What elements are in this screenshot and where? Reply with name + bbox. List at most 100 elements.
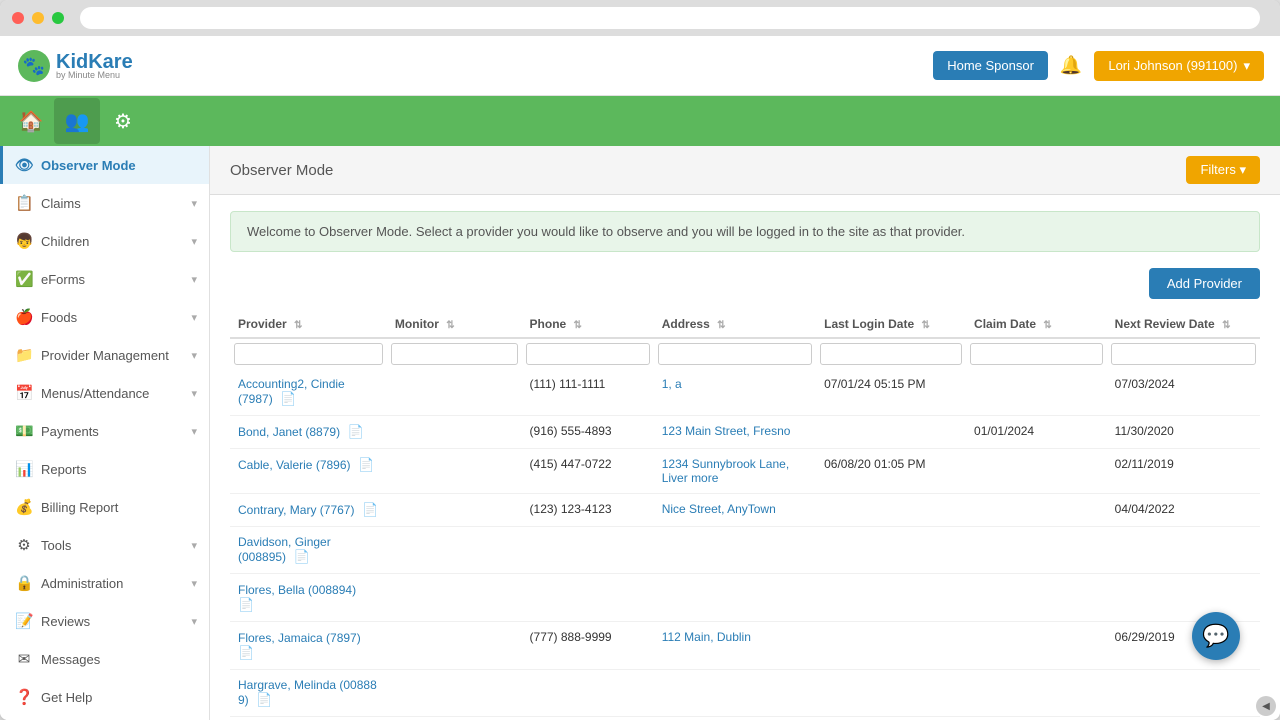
sidebar-item-payments[interactable]: 💵 Payments ▾ xyxy=(0,412,209,450)
messages-icon: ✉ xyxy=(15,650,33,668)
monitor-cell xyxy=(387,622,522,670)
chat-fab-button[interactable]: 💬 xyxy=(1192,612,1240,660)
col-claim-date[interactable]: Claim Date ⇅ xyxy=(966,311,1107,338)
next-review-date-cell xyxy=(1107,527,1260,574)
claims-icon: 📋 xyxy=(15,194,33,212)
foods-icon: 🍎 xyxy=(15,308,33,326)
col-last-login-date[interactable]: Last Login Date ⇅ xyxy=(816,311,966,338)
phone-cell: (777) 888-9999 xyxy=(522,622,654,670)
claim-date-cell xyxy=(966,527,1107,574)
home-nav-button[interactable]: 🏠 xyxy=(8,98,54,144)
browser-chrome-bar xyxy=(0,0,1280,36)
filters-button[interactable]: Filters ▾ xyxy=(1186,156,1260,184)
col-monitor[interactable]: Monitor ⇅ xyxy=(387,311,522,338)
minimize-dot[interactable] xyxy=(32,12,44,24)
home-sponsor-button[interactable]: Home Sponsor xyxy=(933,51,1048,80)
filter-provider-input[interactable] xyxy=(234,343,383,365)
sidebar-item-label: Messages xyxy=(41,652,100,667)
phone-cell: (123) 123-4123 xyxy=(522,494,654,527)
col-address[interactable]: Address ⇅ xyxy=(654,311,816,338)
billing-icon: 💰 xyxy=(15,498,33,516)
col-next-review-date[interactable]: Next Review Date ⇅ xyxy=(1107,311,1260,338)
sidebar-item-reviews[interactable]: 📝 Reviews ▾ xyxy=(0,602,209,640)
next-review-date-cell: 07/29/2020 xyxy=(1107,717,1260,720)
last-login-cell xyxy=(816,670,966,717)
sidebar-item-label: Payments xyxy=(41,424,99,439)
sidebar-item-label: Children xyxy=(41,234,89,249)
filter-claim-date-input[interactable] xyxy=(970,343,1103,365)
sidebar-item-messages[interactable]: ✉ Messages xyxy=(0,640,209,678)
chevron-down-icon: ▾ xyxy=(191,235,197,248)
next-review-date-cell: 04/04/2022 xyxy=(1107,494,1260,527)
user-dropdown-button[interactable]: Lori Johnson (991100) ▾ xyxy=(1094,51,1264,81)
address-link[interactable]: 1234 Sunnybrook Lane, Liver more xyxy=(662,457,789,485)
address-link[interactable]: 112 Main, Dublin xyxy=(662,630,751,644)
sidebar-item-claims[interactable]: 📋 Claims ▾ xyxy=(0,184,209,222)
claim-date-cell xyxy=(966,622,1107,670)
document-icon: 📄 xyxy=(253,692,273,707)
providers-table: Provider ⇅ Monitor ⇅ Phone ⇅ Address ⇅ L… xyxy=(230,311,1260,720)
provider-link[interactable]: Contrary, Mary (7767) xyxy=(238,503,354,517)
settings-nav-button[interactable]: ⚙ xyxy=(100,98,146,144)
sidebar-item-children[interactable]: 👦 Children ▾ xyxy=(0,222,209,260)
claim-date-cell xyxy=(966,717,1107,720)
sidebar-item-provider-management[interactable]: 📁 Provider Management ▾ xyxy=(0,336,209,374)
phone-cell: (415) 447-0722 xyxy=(522,449,654,494)
sidebar-item-get-help[interactable]: ❓ Get Help xyxy=(0,678,209,716)
add-provider-button[interactable]: Add Provider xyxy=(1149,268,1260,299)
sidebar-item-eforms[interactable]: ✅ eForms ▾ xyxy=(0,260,209,298)
filter-phone-input[interactable] xyxy=(526,343,650,365)
sidebar-item-foods[interactable]: 🍎 Foods ▾ xyxy=(0,298,209,336)
chevron-down-icon: ▾ xyxy=(191,539,197,552)
bell-icon[interactable]: 🔔 xyxy=(1060,55,1082,76)
provider-link[interactable]: Flores, Jamaica (7897) xyxy=(238,631,361,645)
monitor-cell xyxy=(387,449,522,494)
last-login-cell xyxy=(816,494,966,527)
address-link[interactable]: Nice Street, AnyTown xyxy=(662,502,776,516)
sidebar-item-tools[interactable]: ⚙ Tools ▾ xyxy=(0,526,209,564)
claim-date-cell xyxy=(966,494,1107,527)
sidebar-item-menus-attendance[interactable]: 📅 Menus/Attendance ▾ xyxy=(0,374,209,412)
filter-address-input[interactable] xyxy=(658,343,812,365)
last-login-cell xyxy=(816,622,966,670)
url-bar[interactable] xyxy=(80,7,1260,29)
sidebar-item-observer-mode[interactable]: 👁 Observer Mode xyxy=(0,146,209,184)
next-review-date-cell xyxy=(1107,574,1260,622)
document-icon: 📄 xyxy=(358,502,378,517)
address-link[interactable]: 123 Main Street, Fresno xyxy=(662,424,791,438)
sidebar-item-reports[interactable]: 📊 Reports xyxy=(0,450,209,488)
chevron-down-icon: ▾ xyxy=(191,615,197,628)
tools-icon: ⚙ xyxy=(15,536,33,554)
chevron-down-icon: ▾ xyxy=(191,349,197,362)
provider-link[interactable]: Cable, Valerie (7896) xyxy=(238,458,351,472)
sidebar-item-label: Provider Management xyxy=(41,348,169,363)
claim-date-cell xyxy=(966,574,1107,622)
filter-next-review-input[interactable] xyxy=(1111,343,1256,365)
providers-table-container: Provider ⇅ Monitor ⇅ Phone ⇅ Address ⇅ L… xyxy=(210,311,1280,720)
sidebar-item-label: Foods xyxy=(41,310,77,325)
table-row: Flores, Bella (008894) 📄 xyxy=(230,574,1260,622)
sidebar-item-administration[interactable]: 🔒 Administration ▾ xyxy=(0,564,209,602)
sidebar-item-billing-report[interactable]: 💰 Billing Report xyxy=(0,488,209,526)
svg-text:🐾: 🐾 xyxy=(23,56,45,76)
next-review-date-cell: 11/30/2020 xyxy=(1107,416,1260,449)
monitor-cell xyxy=(387,670,522,717)
sidebar-item-label: Claims xyxy=(41,196,81,211)
chevron-down-icon: ▾ xyxy=(191,387,197,400)
table-row: Davidson, Ginger (008895) 📄 xyxy=(230,527,1260,574)
table-row: Hargrave, Melinda (00888 9) 📄 xyxy=(230,670,1260,717)
close-dot[interactable] xyxy=(12,12,24,24)
provider-link[interactable]: Flores, Bella (008894) xyxy=(238,583,356,597)
people-nav-button[interactable]: 👥 xyxy=(54,98,100,144)
provider-link[interactable]: Bond, Janet (8879) xyxy=(238,425,340,439)
page-title: Observer Mode xyxy=(230,162,333,179)
col-provider[interactable]: Provider ⇅ xyxy=(230,311,387,338)
address-link[interactable]: 1, a xyxy=(662,377,682,391)
filter-last-login-input[interactable] xyxy=(820,343,962,365)
sidebar-item-label: eForms xyxy=(41,272,85,287)
col-phone[interactable]: Phone ⇅ xyxy=(522,311,654,338)
maximize-dot[interactable] xyxy=(52,12,64,24)
provider-link[interactable]: Davidson, Ginger (008895) xyxy=(238,535,331,564)
filter-monitor-input[interactable] xyxy=(391,343,518,365)
chevron-down-icon: ▾ xyxy=(191,197,197,210)
